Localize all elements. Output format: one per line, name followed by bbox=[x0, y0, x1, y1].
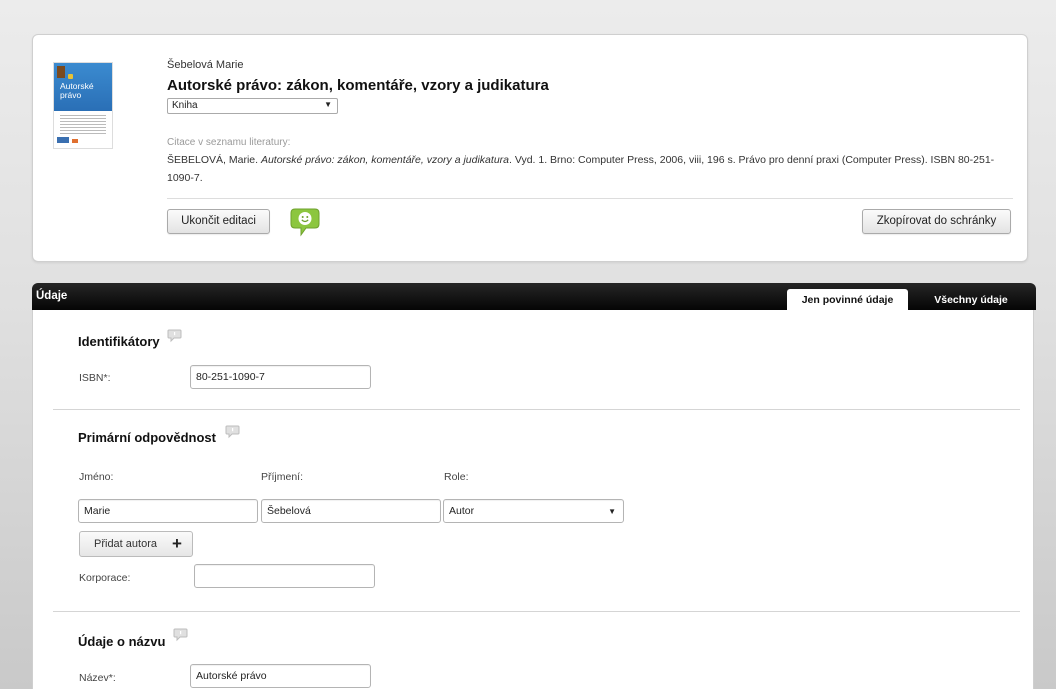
help-speech-icon[interactable] bbox=[225, 425, 240, 439]
record-card: Autorské právo Šebelová Marie Autorské p… bbox=[32, 34, 1028, 262]
tab-all-fields[interactable]: Všechny údaje bbox=[918, 289, 1024, 312]
first-name-field[interactable]: Marie bbox=[78, 499, 258, 523]
panel-header: Údaje Jen povinné údaje Všechny údaje bbox=[32, 283, 1036, 312]
first-name-label: Jméno: bbox=[79, 471, 114, 483]
help-speech-icon[interactable] bbox=[173, 628, 188, 642]
divider bbox=[53, 409, 1020, 410]
tab-required-fields[interactable]: Jen povinné údaje bbox=[787, 289, 908, 312]
data-panel: Údaje Jen povinné údaje Všechny údaje Id… bbox=[32, 283, 1036, 689]
divider bbox=[167, 198, 1013, 199]
name-field[interactable]: Autorské právo bbox=[190, 664, 371, 688]
section-title-data-title: Údaje o názvu bbox=[78, 634, 166, 649]
end-edit-button[interactable]: Ukončit editaci bbox=[167, 209, 270, 234]
last-name-label: Příjmení: bbox=[261, 471, 304, 483]
smiley-comment-icon[interactable] bbox=[289, 207, 321, 237]
help-speech-icon[interactable] bbox=[167, 329, 182, 343]
chevron-down-icon: ▼ bbox=[324, 100, 332, 109]
add-author-button[interactable]: Přidat autora + bbox=[79, 531, 193, 557]
name-label: Název*: bbox=[79, 672, 116, 684]
record-type-value: Kniha bbox=[172, 100, 198, 111]
corporation-field[interactable] bbox=[194, 564, 375, 588]
panel-title: Údaje bbox=[36, 290, 68, 302]
citation-text: ŠEBELOVÁ, Marie. Autorské právo: zákon, … bbox=[167, 154, 995, 184]
citation-label: Citace v seznamu literatury: bbox=[167, 137, 291, 148]
role-value: Autor bbox=[449, 505, 475, 517]
role-label: Role: bbox=[444, 471, 469, 483]
book-cover: Autorské právo bbox=[53, 62, 113, 149]
isbn-field[interactable]: 80-251-1090-7 bbox=[190, 365, 371, 389]
record-author: Šebelová Marie bbox=[167, 59, 244, 71]
record-title: Autorské právo: zákon, komentáře, vzory … bbox=[167, 77, 549, 94]
corporation-label: Korporace: bbox=[79, 572, 131, 584]
record-type-select[interactable]: Kniha ▼ bbox=[167, 98, 338, 114]
plus-icon: + bbox=[172, 534, 182, 553]
citation-title: Autorské právo: zákon, komentáře, vzory … bbox=[260, 154, 509, 166]
section-identifiers-title: Identifikátory bbox=[78, 334, 160, 349]
last-name-field[interactable]: Šebelová bbox=[261, 499, 441, 523]
divider bbox=[53, 611, 1020, 612]
isbn-label: ISBN*: bbox=[79, 372, 111, 384]
chevron-down-icon: ▼ bbox=[608, 507, 616, 516]
add-author-label: Přidat autora bbox=[94, 538, 157, 550]
copy-to-clipboard-button[interactable]: Zkopírovat do schránky bbox=[862, 209, 1011, 234]
cover-title: Autorské právo bbox=[60, 81, 94, 100]
role-select[interactable]: Autor ▼ bbox=[443, 499, 624, 523]
section-responsibility-title: Primární odpovědnost bbox=[78, 430, 216, 445]
